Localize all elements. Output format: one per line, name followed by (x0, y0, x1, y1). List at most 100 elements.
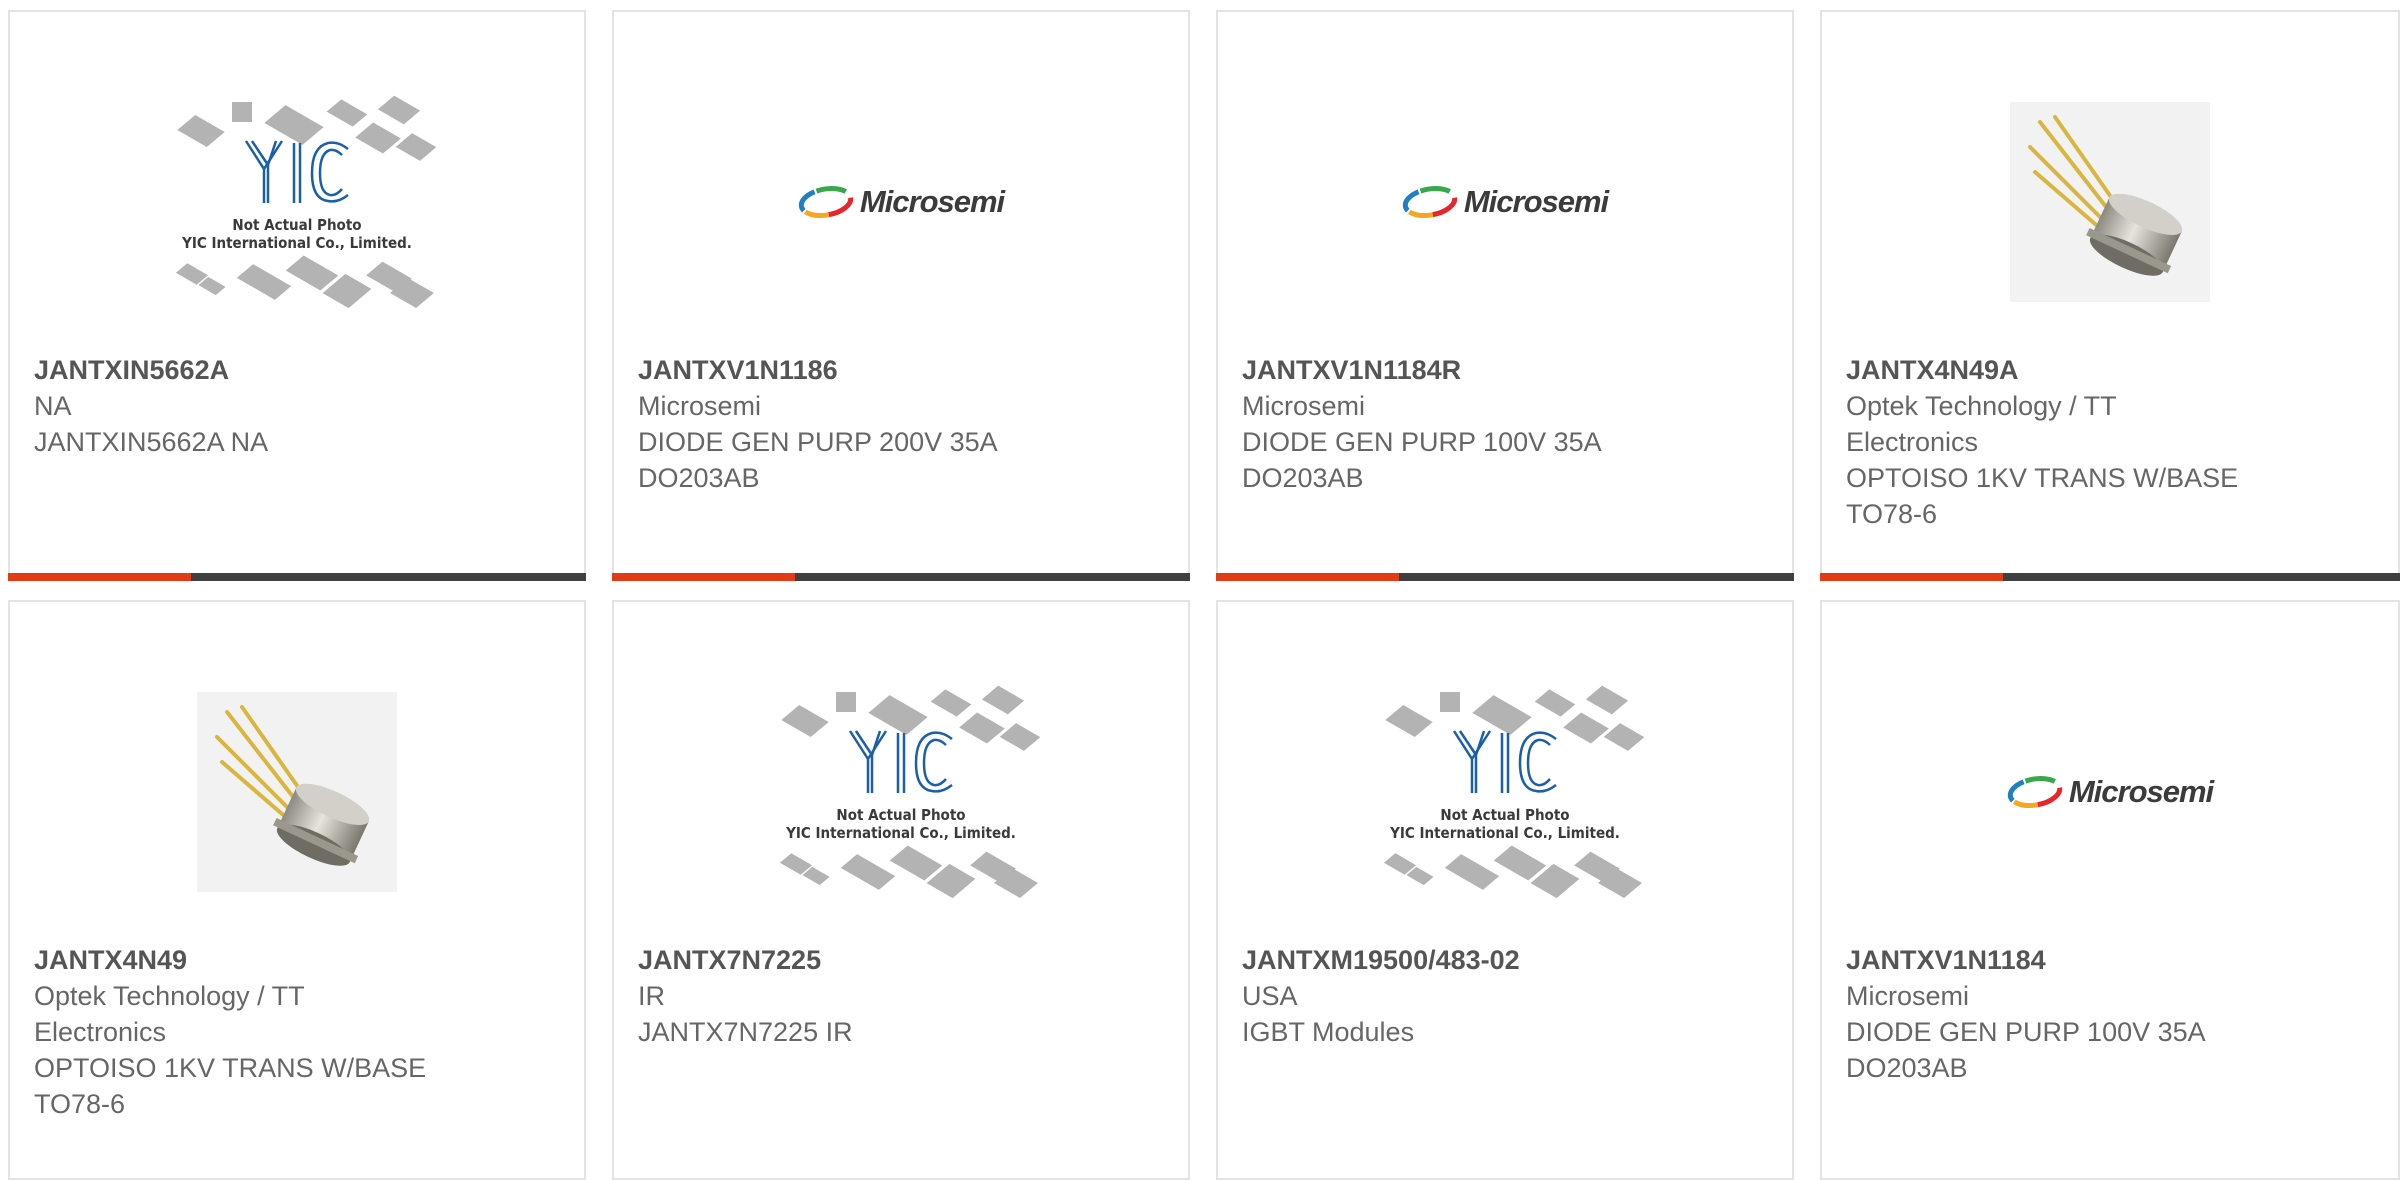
placeholder-note-line1: Not Actual Photo (836, 806, 966, 824)
card-bar-accent (1820, 573, 2003, 581)
product-line: DO203AB (1846, 1053, 1968, 1083)
part-number[interactable]: JANTX4N49A (1846, 352, 2378, 388)
product-line: OPTOISO 1KV TRANS W/BASE (1846, 463, 2239, 493)
card-bar (612, 573, 1190, 581)
product-line: Optek Technology / TT (1846, 391, 2117, 421)
ic-chip-icon (1563, 712, 1609, 744)
product-line: DIODE GEN PURP 100V 35A (1242, 427, 1602, 457)
product-line: IR (638, 981, 665, 1011)
microsemi-wordmark: Microsemi (1463, 184, 1609, 219)
product-card[interactable]: Not Actual Photo YIC International Co., L… (8, 10, 586, 581)
ic-chip-icon (377, 95, 421, 125)
placeholder-note: Not Actual Photo YIC International Co., L… (1370, 806, 1640, 842)
product-image[interactable] (10, 662, 584, 922)
microsemi-wordmark: Microsemi (2068, 774, 2214, 809)
ic-chip-icon (236, 264, 292, 300)
product-line: Microsemi (638, 391, 762, 421)
ic-chip-icon (177, 114, 225, 148)
product-line: Microsemi (1242, 391, 1366, 421)
product-card[interactable]: Microsemi JANTXV1N1184R Microsemi DIODE … (1216, 10, 1794, 581)
placeholder-note-line1: Not Actual Photo (1440, 806, 1570, 824)
yic-placeholder-image: Not Actual Photo YIC International Co., L… (162, 82, 437, 322)
placeholder-note-line1: Not Actual Photo (232, 216, 362, 234)
product-line: DIODE GEN PURP 100V 35A (1846, 1017, 2206, 1047)
ic-chip-icon (999, 723, 1041, 751)
part-number[interactable]: JANTXV1N1184R (1242, 352, 1772, 388)
ic-chip-icon (1440, 692, 1460, 712)
ic-chip-icon (1585, 685, 1629, 715)
product-card[interactable]: Microsemi JANTXV1N1186 Microsemi DIODE G… (612, 10, 1190, 581)
product-line: DO203AB (638, 463, 760, 493)
product-line: TO78-6 (1846, 499, 1938, 529)
product-line: Microsemi (1846, 981, 1970, 1011)
ic-chip-icon (836, 692, 856, 712)
part-number[interactable]: JANTXV1N1186 (638, 352, 1168, 388)
microsemi-swirl-icon (798, 185, 854, 219)
yic-logo (1452, 730, 1557, 793)
ic-chip-icon (1534, 689, 1576, 717)
product-image[interactable]: Microsemi (1822, 662, 2398, 922)
placeholder-note: Not Actual Photo YIC International Co., L… (162, 216, 432, 252)
placeholder-note-line2: YIC International Co., Limited. (182, 234, 412, 252)
ic-chip-icon (1603, 723, 1645, 751)
yic-placeholder-image: Not Actual Photo YIC International Co., L… (1370, 672, 1645, 912)
card-bar (1820, 573, 2400, 581)
ic-chip-icon (981, 685, 1025, 715)
ic-chip-icon (781, 704, 829, 738)
ic-chip-icon (355, 122, 401, 154)
product-line: Electronics (1846, 427, 1979, 457)
product-line: Electronics (34, 1017, 167, 1047)
microsemi-wordmark: Microsemi (859, 184, 1005, 219)
ic-chip-icon (326, 99, 368, 127)
product-line: JANTXIN5662A NA (34, 427, 269, 457)
product-card[interactable]: Microsemi JANTXV1N1184 Microsemi DIODE G… (1820, 600, 2400, 1180)
product-card[interactable]: Not Actual Photo YIC International Co., L… (612, 600, 1190, 1180)
yic-logo (244, 140, 349, 203)
transistor-photo (197, 692, 397, 892)
transistor-photo (2010, 102, 2210, 302)
product-card[interactable]: Not Actual Photo YIC International Co., L… (1216, 600, 1794, 1180)
product-line: JANTX7N7225 IR (638, 1017, 853, 1047)
product-line: OPTOISO 1KV TRANS W/BASE (34, 1053, 427, 1083)
product-card[interactable]: JANTX4N49 Optek Technology / TT Electron… (8, 600, 586, 1180)
product-line: USA (1242, 981, 1298, 1011)
microsemi-swirl-icon (2007, 775, 2063, 809)
product-image[interactable]: Microsemi (614, 72, 1188, 332)
to78-transistor-icon (215, 705, 370, 866)
product-line: Optek Technology / TT (34, 981, 305, 1011)
microsemi-logo: Microsemi (798, 184, 1005, 220)
ic-chip-icon (1385, 704, 1433, 738)
ic-chip-icon (840, 854, 896, 890)
ic-chip-icon (959, 712, 1005, 744)
product-line: DIODE GEN PURP 200V 35A (638, 427, 998, 457)
ic-chip-icon (232, 102, 252, 122)
product-image[interactable]: Not Actual Photo YIC International Co., L… (614, 662, 1188, 922)
placeholder-note: Not Actual Photo YIC International Co., L… (766, 806, 1036, 842)
product-image[interactable]: Not Actual Photo YIC International Co., L… (1218, 662, 1792, 922)
card-bar-accent (8, 573, 191, 581)
part-number[interactable]: JANTX7N7225 (638, 942, 1168, 978)
part-number[interactable]: JANTXIN5662A (34, 352, 564, 388)
card-bar (1216, 573, 1794, 581)
part-number[interactable]: JANTXM19500/483-02 (1242, 942, 1772, 978)
ic-chip-icon (395, 133, 437, 161)
product-line: IGBT Modules (1242, 1017, 1415, 1047)
card-bar (8, 573, 586, 581)
part-number[interactable]: JANTXV1N1184 (1846, 942, 2378, 978)
ic-chip-icon (1444, 854, 1500, 890)
yic-logo (848, 730, 953, 793)
product-image[interactable] (1822, 72, 2398, 332)
placeholder-note-line2: YIC International Co., Limited. (1390, 824, 1620, 842)
placeholder-note-line2: YIC International Co., Limited. (786, 824, 1016, 842)
product-line: NA (34, 391, 72, 421)
yic-placeholder-image: Not Actual Photo YIC International Co., L… (766, 672, 1041, 912)
card-bar-accent (612, 573, 795, 581)
product-line: DO203AB (1242, 463, 1364, 493)
card-bar-accent (1216, 573, 1399, 581)
product-image[interactable]: Not Actual Photo YIC International Co., L… (10, 72, 584, 332)
product-image[interactable]: Microsemi (1218, 72, 1792, 332)
part-number[interactable]: JANTX4N49 (34, 942, 564, 978)
ic-chip-icon (930, 689, 972, 717)
microsemi-swirl-icon (1402, 185, 1458, 219)
product-card[interactable]: JANTX4N49A Optek Technology / TT Electro… (1820, 10, 2400, 581)
